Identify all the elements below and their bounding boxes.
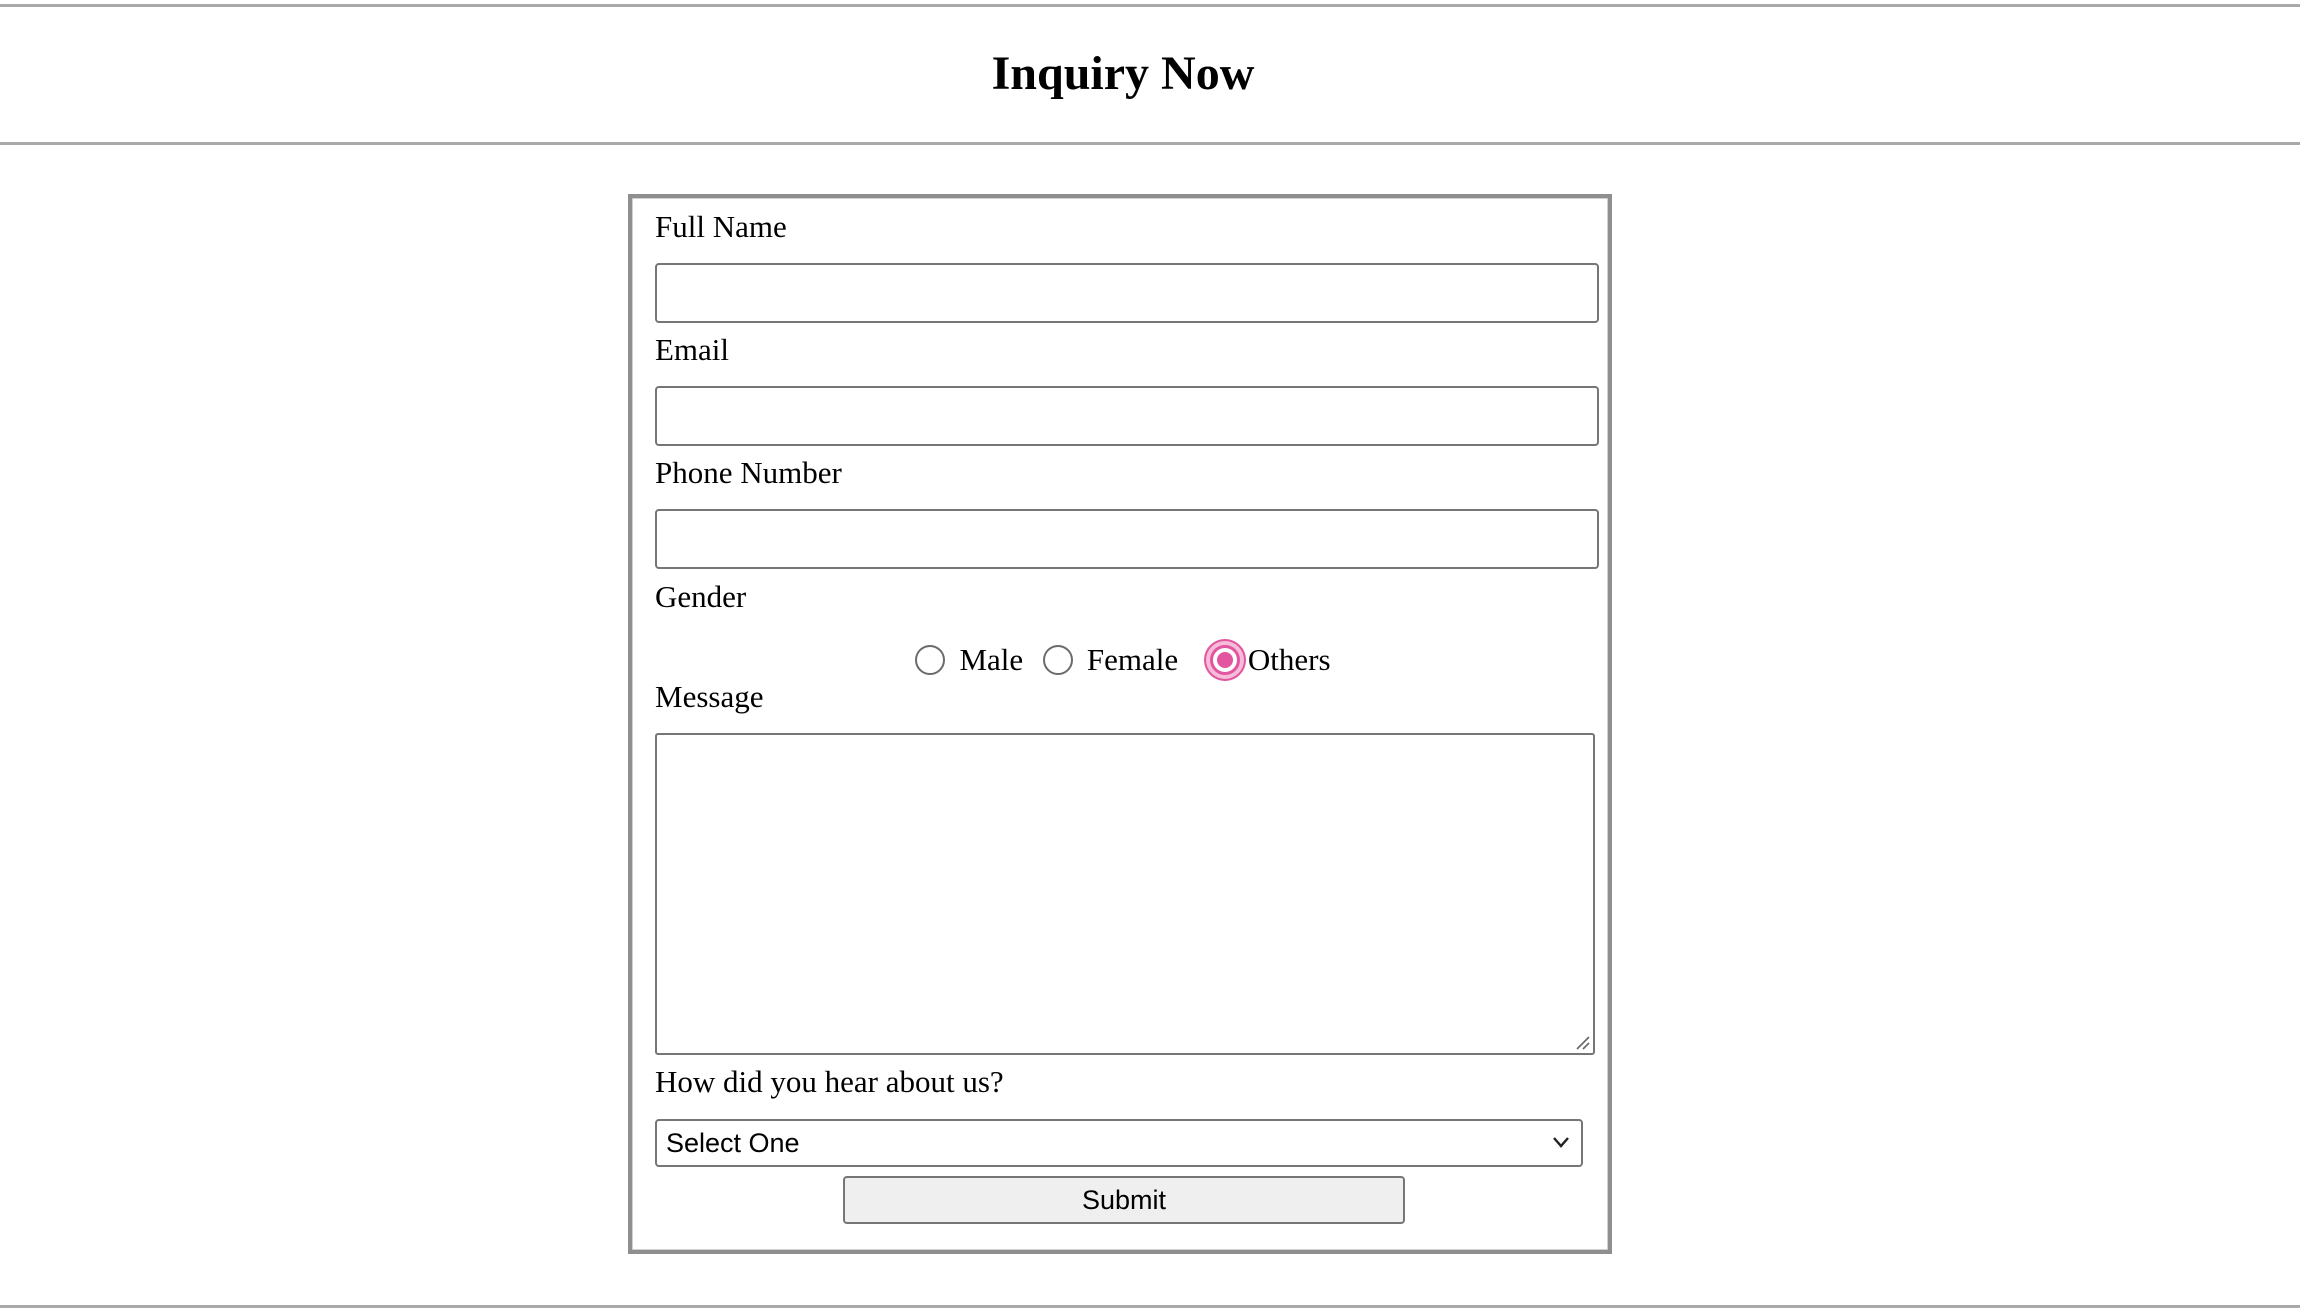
message-textarea[interactable]: [655, 733, 1595, 1055]
source-label: How did you hear about us?: [655, 1064, 1004, 1099]
source-selected-value: Select One: [666, 1128, 800, 1158]
email-label: Email: [655, 332, 730, 367]
radio-male[interactable]: [915, 644, 946, 675]
radio-female[interactable]: [1042, 644, 1073, 675]
radio-others-label: Others: [1247, 641, 1331, 677]
submit-button[interactable]: Submit: [843, 1176, 1405, 1224]
chevron-down-icon: [1553, 1137, 1569, 1148]
gender-option-female[interactable]: Female: [1042, 635, 1179, 685]
phone-label: Phone Number: [655, 455, 842, 490]
header-divider: [0, 142, 2300, 145]
gender-option-others[interactable]: Others: [1198, 635, 1331, 685]
message-label: Message: [655, 679, 764, 714]
page-title: Inquiry Now: [991, 47, 1255, 100]
phone-input[interactable]: [655, 509, 1599, 569]
gender-label: Gender: [655, 579, 747, 614]
top-divider: [0, 4, 2300, 7]
full-name-input[interactable]: [655, 263, 1599, 323]
resize-handle-icon[interactable]: [1574, 1034, 1590, 1050]
gender-radio-group: Male Female Others: [0, 632, 2246, 682]
email-input[interactable]: [655, 386, 1599, 446]
radio-female-label: Female: [1086, 641, 1179, 677]
gender-option-male[interactable]: Male: [915, 635, 1023, 685]
source-select[interactable]: Select One: [655, 1119, 1583, 1167]
full-name-label: Full Name: [655, 209, 787, 244]
radio-male-label: Male: [959, 641, 1024, 677]
radio-others[interactable]: [1209, 644, 1240, 675]
